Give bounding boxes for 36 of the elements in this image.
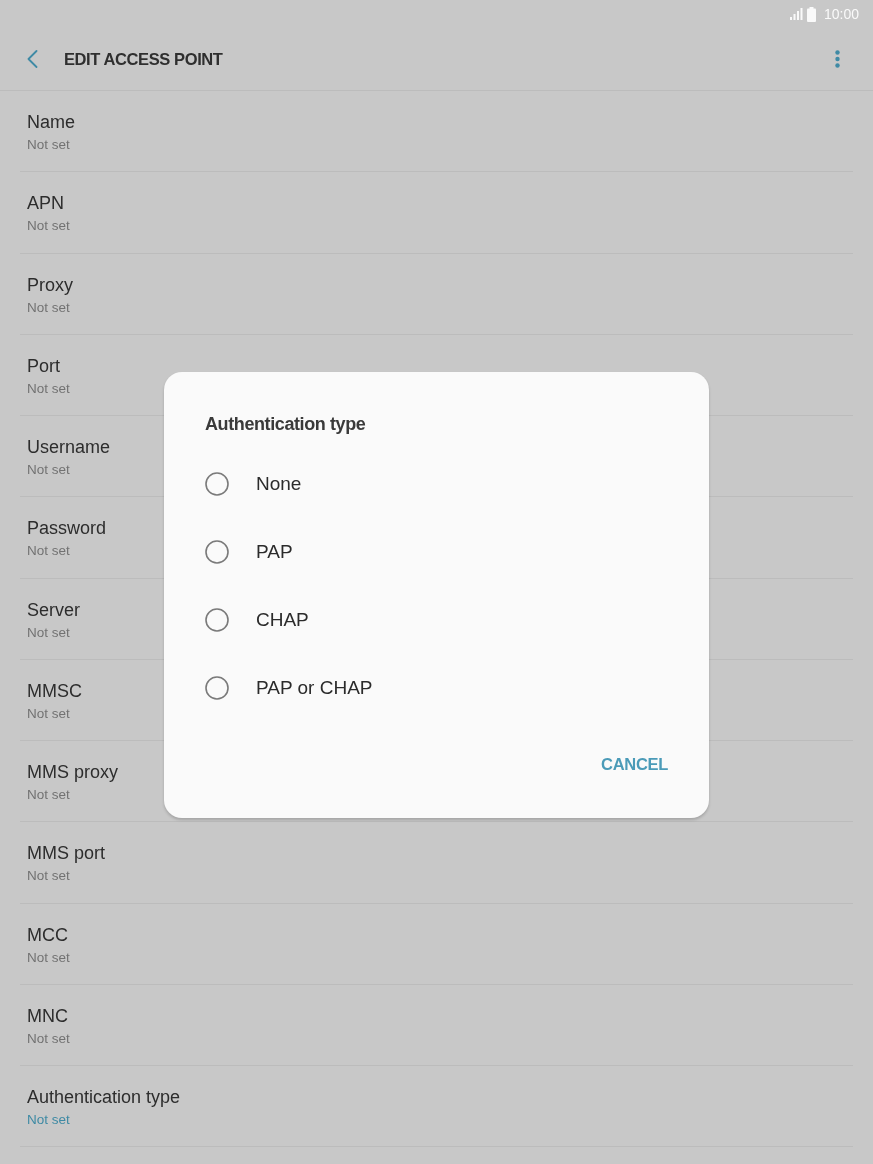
- setting-label[interactable]: Proxy: [27, 273, 73, 296]
- setting-label[interactable]: Server: [27, 598, 80, 621]
- setting-value: Not set: [27, 136, 70, 154]
- setting-label[interactable]: Authentication type: [27, 1086, 181, 1108]
- setting-label[interactable]: Username: [27, 436, 111, 458]
- setting-value: Not set: [27, 379, 70, 398]
- dialog-title: Authentication type: [205, 413, 366, 436]
- radio-option[interactable]: PAP: [205, 518, 293, 586]
- setting-label[interactable]: MMS proxy: [27, 761, 118, 783]
- setting-label[interactable]: MNC: [27, 1004, 68, 1027]
- setting-value: Not set: [27, 217, 70, 236]
- setting-value: Not set: [27, 542, 70, 561]
- setting-value: Not set: [27, 1111, 70, 1129]
- radio-option[interactable]: PAP or CHAP: [205, 654, 373, 722]
- setting-label[interactable]: MMSC: [27, 679, 82, 702]
- setting-value: Not set: [27, 948, 70, 967]
- setting-value: Not set: [27, 704, 70, 723]
- chevron-left-icon: [26, 50, 38, 68]
- radio-option[interactable]: None: [205, 450, 302, 518]
- setting-value: Not set: [27, 1029, 70, 1048]
- signal-icon: [789, 8, 803, 20]
- setting-label[interactable]: Name: [27, 111, 75, 133]
- setting-label[interactable]: Password: [27, 517, 107, 540]
- page-title: EDIT ACCESS POINT: [64, 49, 223, 69]
- setting-label[interactable]: Port: [27, 354, 60, 377]
- setting-value: Not set: [27, 298, 70, 317]
- setting-value: Not set: [27, 623, 70, 642]
- setting-value: Not set: [27, 867, 70, 886]
- setting-value: Not set: [27, 786, 70, 804]
- battery-icon: [806, 6, 816, 22]
- setting-label[interactable]: MCC: [27, 923, 68, 946]
- radio-option[interactable]: CHAP: [205, 586, 309, 654]
- setting-label[interactable]: APN: [27, 192, 64, 215]
- more-vertical-icon: [834, 50, 840, 68]
- setting-value: Not set: [27, 461, 70, 479]
- setting-label[interactable]: MMS port: [27, 842, 105, 865]
